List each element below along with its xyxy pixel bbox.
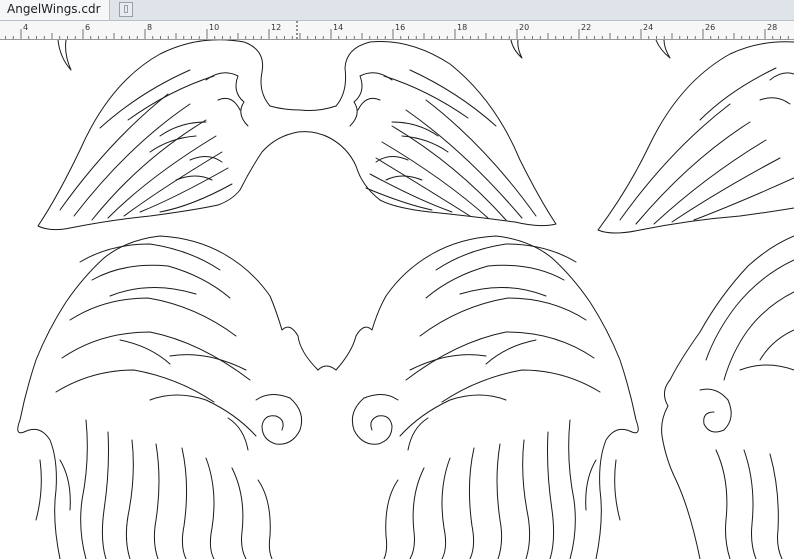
wing-fragment-top-right	[655, 40, 671, 59]
wing-fragment-top-mid	[510, 40, 523, 59]
ruler-label: 20	[519, 23, 529, 32]
large-wings-pair	[17, 235, 639, 559]
horizontal-ruler[interactable]: 4 6 8 10 12 14 16 18 20 22 24 26 28	[0, 21, 794, 40]
ruler-label: 26	[705, 23, 715, 32]
small-wing-left-outline	[37, 40, 557, 231]
ruler-label: 24	[643, 23, 653, 32]
document-tab-bar: AngelWings.cdr	[0, 0, 794, 21]
ruler-label: 18	[457, 23, 467, 32]
small-wing-right-partial	[597, 41, 794, 234]
wing-fragment-top-left	[57, 40, 72, 71]
new-tab-icon[interactable]	[119, 2, 133, 17]
tab-title: AngelWings.cdr	[7, 2, 101, 16]
angel-wings-artwork	[17, 40, 794, 559]
tab-angelwings-document[interactable]: AngelWings.cdr	[0, 0, 110, 20]
ruler-label: 6	[85, 23, 90, 32]
ruler-label: 8	[147, 23, 152, 32]
large-wing-right-outline	[335, 235, 639, 559]
large-wing-left-outline	[17, 235, 319, 559]
large-wing-right-partial	[661, 235, 794, 559]
ruler-label: 4	[23, 23, 28, 32]
small-wings-pair	[37, 40, 557, 231]
drawing-canvas[interactable]	[0, 40, 794, 559]
ruler-label: 14	[333, 23, 343, 32]
ruler-label: 10	[209, 23, 219, 32]
ruler-label: 28	[767, 23, 777, 32]
ruler-label: 22	[581, 23, 591, 32]
ruler-label: 16	[395, 23, 405, 32]
ruler-label: 12	[271, 23, 281, 32]
ruler-scale: 4 6 8 10 12 14 16 18 20 22 24 26 28	[5, 21, 789, 39]
